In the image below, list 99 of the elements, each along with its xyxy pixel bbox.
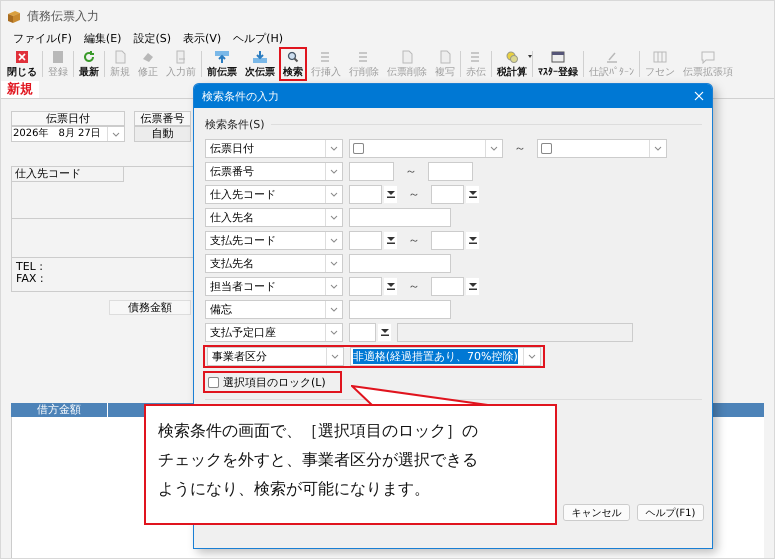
grid-icon — [652, 50, 668, 64]
menu-item[interactable]: ヘルプ(H) — [233, 31, 284, 46]
dialog-button[interactable]: ヘルプ(F1) — [637, 504, 704, 521]
field-select[interactable]: 支払予定口座 — [205, 323, 343, 342]
text-field[interactable] — [349, 208, 451, 227]
chevron-down-icon — [330, 261, 338, 266]
caret-down-icon — [386, 283, 394, 290]
field-header: 債務金額 — [109, 300, 191, 315]
number-field: 自動 — [134, 126, 191, 142]
date-combo[interactable] — [537, 139, 667, 158]
fax-label: FAX : — [15, 273, 45, 285]
lock-checkbox[interactable]: 選択項目のロック(L) — [203, 371, 342, 393]
chevron-down-icon — [490, 146, 498, 151]
range-separator: ～ — [407, 278, 421, 295]
field-select[interactable]: 備忘 — [205, 300, 343, 319]
range-separator: ～ — [513, 140, 527, 157]
code-field[interactable] — [349, 323, 376, 342]
code-field[interactable] — [349, 277, 382, 296]
business-type-select[interactable]: 非適格(経過措置あり、70%控除) — [350, 347, 541, 366]
selected-value: 非適格(経過措置あり、70%控除) — [352, 349, 518, 364]
field-header: 伝票日付 — [11, 111, 125, 126]
arrow-down-icon — [252, 50, 268, 64]
caret-down-icon — [386, 191, 394, 198]
toolbar-button[interactable]: 次伝票 — [241, 47, 279, 81]
chevron-down-icon — [330, 354, 339, 359]
coins-icon — [504, 50, 520, 64]
lookup-button[interactable] — [466, 232, 479, 249]
code-field[interactable] — [349, 231, 382, 250]
menu-item[interactable]: 設定(S) — [133, 31, 172, 46]
chevron-down-icon — [330, 215, 338, 220]
field-label: 仕入先コード — [12, 167, 124, 182]
text-field[interactable] — [349, 162, 394, 181]
refresh-icon — [81, 50, 97, 64]
menu-item[interactable]: ファイル(F) — [13, 31, 72, 46]
toolbar-button[interactable]: 検索 — [279, 47, 307, 81]
caret-down-icon — [468, 191, 476, 198]
field-select[interactable]: 仕入先コード — [205, 185, 343, 204]
caret-down-icon — [380, 329, 388, 336]
chevron-down-icon — [654, 146, 662, 151]
lookup-button[interactable] — [384, 186, 397, 203]
date-field[interactable]: 2026年 8月 27日 — [11, 126, 125, 142]
field-select[interactable]: 支払先名 — [205, 254, 343, 273]
toolbar-button[interactable]: 最新 — [75, 47, 103, 81]
code-field[interactable] — [431, 185, 464, 204]
code-field[interactable] — [431, 231, 464, 250]
toolbar-button[interactable]: ﾏｽﾀｰ登録 — [534, 47, 582, 81]
chevron-down-icon — [330, 146, 338, 151]
menu-item[interactable]: 表示(V) — [183, 31, 222, 46]
caret-down-icon — [468, 283, 476, 290]
checkbox[interactable] — [541, 143, 552, 154]
lookup-button[interactable] — [466, 278, 479, 295]
field-select[interactable]: 担当者コード — [205, 277, 343, 296]
range-separator: ～ — [407, 186, 421, 203]
checkbox[interactable] — [353, 143, 364, 154]
lookup-button[interactable] — [378, 324, 391, 341]
range-separator: ～ — [407, 232, 421, 249]
menu-item[interactable]: 編集(E) — [84, 31, 122, 46]
dialog-button[interactable]: キャンセル — [563, 504, 630, 521]
chevron-down-icon — [112, 132, 120, 136]
tel-label: TEL : — [15, 261, 44, 273]
range-separator: ～ — [404, 163, 418, 180]
chevron-down-icon — [330, 169, 338, 174]
chevron-down-icon — [330, 284, 338, 289]
chevron-down-icon — [330, 238, 338, 243]
field-header: 伝票番号 — [134, 111, 191, 126]
chevron-down-icon — [330, 307, 338, 312]
arrow-up-icon — [214, 50, 230, 64]
speech-bubble-icon — [700, 50, 716, 64]
window-icon — [550, 50, 566, 64]
code-field[interactable] — [349, 185, 382, 204]
text-field[interactable] — [349, 300, 451, 319]
chevron-down-icon — [330, 330, 338, 335]
field-select[interactable]: 支払先コード — [205, 231, 343, 250]
code-field[interactable] — [431, 277, 464, 296]
toolbar-button[interactable]: 前伝票 — [203, 47, 241, 81]
dialog-title: 検索条件の入力 — [202, 88, 279, 104]
date-combo[interactable] — [349, 139, 503, 158]
close-icon[interactable] — [694, 91, 704, 101]
document-icon — [50, 50, 66, 64]
books-icon — [7, 10, 21, 22]
caret-down-icon — [386, 237, 394, 244]
toolbar-button[interactable]: 閉じる — [3, 47, 41, 81]
lookup-button[interactable] — [466, 186, 479, 203]
close-icon — [14, 50, 30, 64]
field-select[interactable]: 伝票日付 — [205, 139, 343, 158]
lookup-button[interactable] — [384, 232, 397, 249]
callout-text: 検索条件の画面で、［選択項目のロック］の チェックを外すと、事業者区分が選択できる ようになり、検索が可能になります。 — [158, 420, 479, 500]
chevron-down-icon — [330, 192, 338, 197]
text-field[interactable] — [428, 162, 473, 181]
field-select[interactable]: 事業者区分 — [207, 347, 344, 366]
chevron-down-icon — [528, 354, 536, 359]
search-icon — [285, 50, 301, 64]
field-select[interactable]: 仕入先名 — [205, 208, 343, 227]
window-title: 債務伝票入力 — [27, 8, 99, 24]
field-select[interactable]: 伝票番号 — [205, 162, 343, 181]
caret-down-icon — [468, 237, 476, 244]
lookup-button[interactable] — [384, 278, 397, 295]
text-field[interactable] — [349, 254, 451, 273]
section-label: 検索条件(S) — [205, 117, 265, 132]
